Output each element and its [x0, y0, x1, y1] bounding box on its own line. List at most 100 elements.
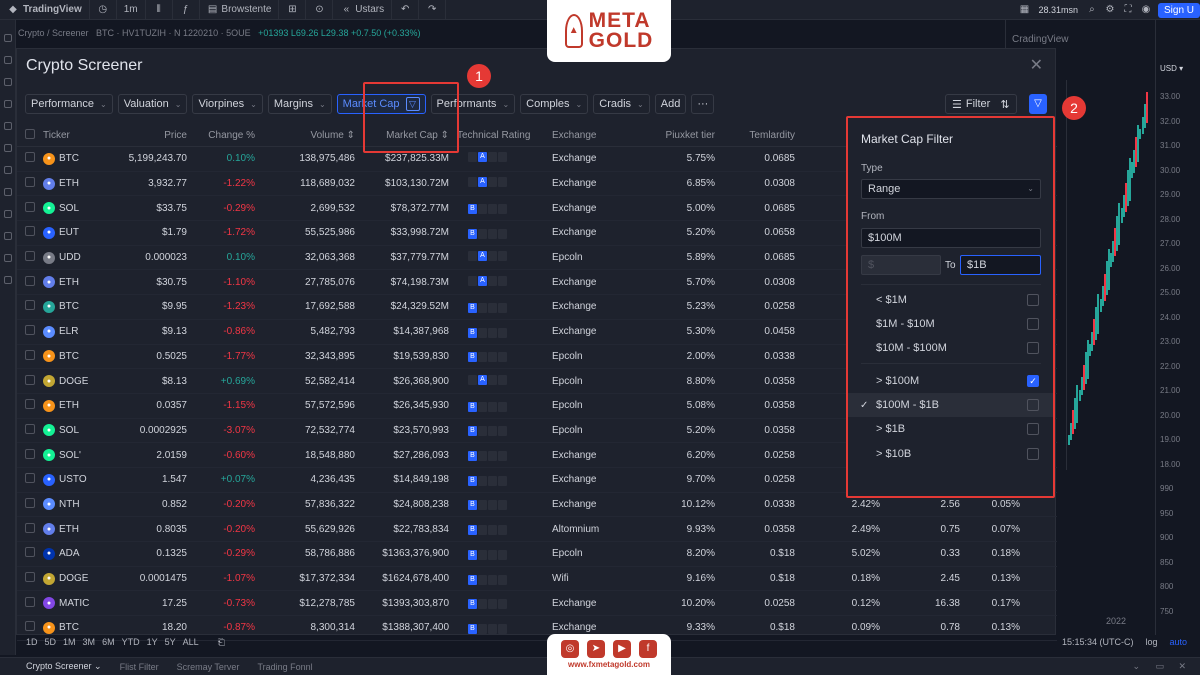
range-5y[interactable]: 5Y	[165, 637, 176, 648]
ticker-cell[interactable]: ● BTC	[39, 350, 119, 363]
goto-date-icon[interactable]: ⎗	[218, 637, 225, 648]
range-1d[interactable]: 1D	[26, 637, 38, 648]
fullscreen-icon[interactable]: ⛶	[1122, 4, 1134, 16]
brand[interactable]: ◆ TradingView	[0, 0, 90, 20]
candles-button[interactable]: ⫴	[146, 0, 173, 20]
col-change[interactable]: Change %	[191, 130, 259, 141]
row-checkbox[interactable]	[17, 423, 39, 437]
row-checkbox[interactable]	[17, 349, 39, 363]
breadcrumb-path[interactable]: Crypto / Screener	[18, 28, 89, 38]
filter-performance[interactable]: Performance ⌄	[25, 94, 113, 114]
preset-checkbox[interactable]	[1027, 318, 1039, 330]
measure-tool-icon[interactable]	[3, 144, 12, 152]
range-all[interactable]: ALL	[183, 637, 199, 648]
eye-tool-icon[interactable]	[3, 232, 12, 240]
layout-button[interactable]: ▤ Browstente	[200, 0, 280, 20]
website-url[interactable]: www.fxmetagold.com	[568, 660, 650, 669]
utc-time[interactable]: 15:15:34 (UTC-C)	[1062, 637, 1134, 647]
col-temlardity[interactable]: Temlardity	[719, 130, 799, 141]
from-input[interactable]: $100M	[861, 228, 1041, 248]
row-checkbox[interactable]	[17, 226, 39, 239]
more-filters-button[interactable]: ···	[691, 94, 715, 114]
row-checkbox[interactable]	[17, 201, 39, 215]
undo-button[interactable]: ↶	[392, 0, 420, 20]
clock-button[interactable]: ◷	[90, 0, 117, 20]
ticker-cell[interactable]: ● USTO	[39, 473, 119, 486]
col-exchange[interactable]: Exchange	[548, 130, 628, 141]
preset-checkbox[interactable]	[1027, 423, 1039, 435]
preset-option[interactable]: > $10B	[848, 442, 1053, 466]
grid-button[interactable]: ⊞	[279, 0, 307, 20]
row-checkbox[interactable]	[17, 572, 39, 585]
currency-select[interactable]: USD ▾	[1160, 64, 1183, 73]
ticker-cell[interactable]: ● EUT	[39, 226, 119, 239]
preset-option[interactable]: $1M - $10M	[848, 312, 1053, 336]
preset-option[interactable]: > $100M ✓	[848, 369, 1053, 393]
signup-button[interactable]: Sign U	[1157, 2, 1200, 18]
interval-button[interactable]: 1m	[117, 0, 146, 20]
zoom-tool-icon[interactable]	[3, 166, 12, 174]
ticker-cell[interactable]: ● ETH	[39, 276, 119, 289]
search-icon[interactable]: ⌕	[1086, 4, 1098, 16]
brush-tool-icon[interactable]	[3, 100, 12, 108]
filter-cradis[interactable]: Cradis ⌄	[593, 94, 650, 114]
magnet-tool-icon[interactable]	[3, 188, 12, 196]
range-1m[interactable]: 1M	[63, 637, 76, 648]
row-checkbox[interactable]	[17, 399, 39, 412]
ticker-cell[interactable]: ● SOL	[39, 202, 119, 215]
row-checkbox[interactable]	[17, 473, 39, 486]
calendar-icon[interactable]: ▦	[1018, 4, 1030, 16]
preset-checkbox[interactable]	[1027, 342, 1039, 354]
row-checkbox[interactable]	[17, 251, 39, 264]
close-icon[interactable]: ✕	[1030, 55, 1043, 75]
table-row[interactable]: ● ADA 0.1325 -0.29% 58,786,886 $1363,376,900 B…	[17, 542, 1057, 567]
tab-trading-fonnl[interactable]: Trading Fonnl	[248, 662, 321, 672]
trendline-tool-icon[interactable]	[3, 56, 12, 64]
youtube-icon[interactable]: ▶	[613, 640, 631, 658]
replay-button[interactable]: « Ustars	[333, 0, 393, 20]
preset-option[interactable]: < $1M	[848, 288, 1053, 312]
col-technical-rating[interactable]: Technical Rating	[453, 130, 548, 141]
row-checkbox[interactable]	[17, 374, 39, 388]
row-checkbox[interactable]	[17, 497, 39, 511]
tab-crypto-screener[interactable]: Crypto Screener ⌄	[0, 661, 111, 672]
ticker-cell[interactable]: ● SOL'	[39, 449, 119, 462]
row-checkbox[interactable]	[17, 522, 39, 536]
alert-button[interactable]: ⊙	[306, 0, 334, 20]
tab-flist-filter[interactable]: Flist Filter	[111, 662, 168, 672]
indicators-button[interactable]: ƒ	[173, 0, 200, 20]
facebook-icon[interactable]: f	[639, 640, 657, 658]
crosshair-tool-icon[interactable]	[3, 34, 12, 42]
filter-button[interactable]: ☰ Filter ⇅	[945, 94, 1017, 114]
active-funnel-icon[interactable]: ▽	[1029, 94, 1047, 114]
preset-checkbox[interactable]	[1027, 448, 1039, 460]
ticker-cell[interactable]: ● DOGE	[39, 572, 119, 585]
table-row[interactable]: ● MATIC 17.25 -0.73% $12,278,785 $1393,303,87…	[17, 591, 1057, 617]
to-input[interactable]: $1B	[960, 255, 1041, 275]
maximize-icon[interactable]: ▭	[1155, 661, 1164, 672]
min-input[interactable]: $	[861, 255, 941, 275]
ticker-cell[interactable]: ● UDD	[39, 251, 119, 264]
filter-margins[interactable]: Margins ⌄	[267, 94, 332, 114]
ticker-cell[interactable]: ● DOGE	[39, 375, 119, 388]
auto-toggle[interactable]: auto	[1170, 637, 1188, 647]
ticker-cell[interactable]: ● ELR	[39, 325, 119, 338]
type-select[interactable]: Range ⌄	[861, 179, 1041, 199]
instagram-icon[interactable]: ◎	[561, 640, 579, 658]
range-6m[interactable]: 6M	[102, 637, 115, 648]
table-row[interactable]: ● ETH 0.8035 -0.20% 55,629,926 $22,783,834 B Al…	[17, 517, 1057, 542]
col-ticker[interactable]: Ticker	[39, 130, 119, 141]
ticker-cell[interactable]: ● NTH	[39, 498, 119, 511]
settings-icon[interactable]: ⚙	[1104, 4, 1116, 16]
row-checkbox[interactable]	[17, 275, 39, 289]
trash-tool-icon[interactable]	[3, 254, 12, 262]
add-filter-button[interactable]: Add	[654, 94, 687, 114]
range-5d[interactable]: 5D	[45, 637, 57, 648]
ticker-cell[interactable]: ● ETH	[39, 523, 119, 536]
filter-viorpines[interactable]: Viorpines ⌄	[192, 94, 263, 114]
ticker-cell[interactable]: ● ETH	[39, 399, 119, 412]
preset-option[interactable]: $10M - $100M	[848, 336, 1053, 360]
col-tier[interactable]: Piuxket tier	[628, 130, 719, 141]
ticker-cell[interactable]: ● BTC	[39, 152, 119, 165]
range-1y[interactable]: 1Y	[147, 637, 158, 648]
